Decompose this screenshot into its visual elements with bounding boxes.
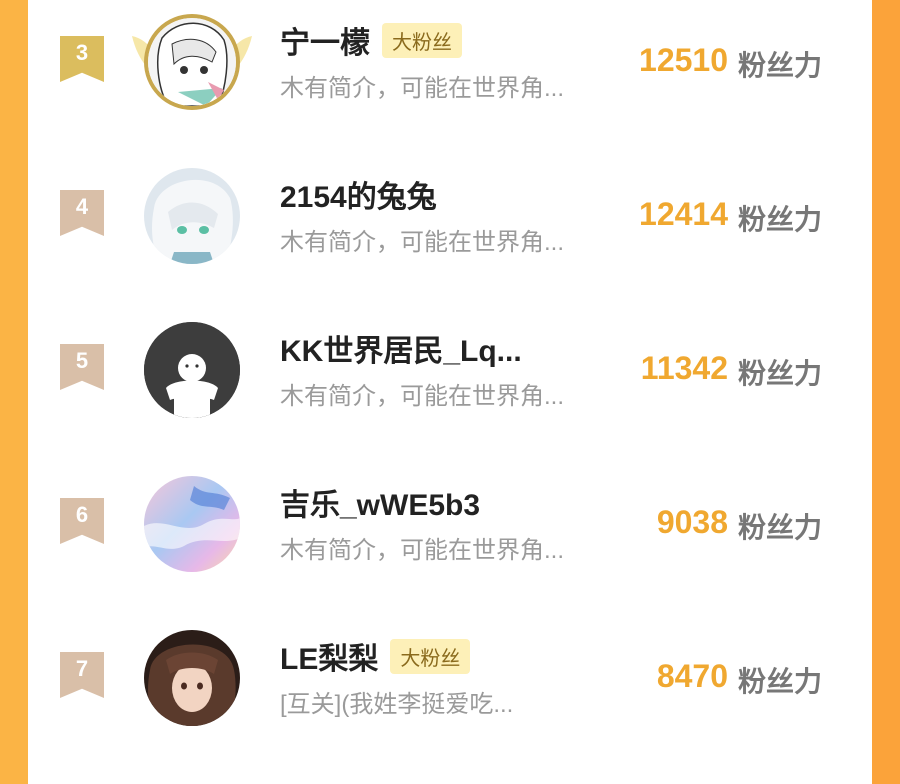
score-unit: 粉丝力 — [738, 512, 823, 543]
avatar[interactable] — [144, 476, 240, 572]
user-name[interactable]: LE梨梨 — [280, 634, 378, 678]
fan-score: 11342 — [640, 350, 728, 386]
score-unit: 粉丝力 — [738, 50, 823, 81]
brown-hair-girl-icon — [144, 630, 240, 726]
fan-ranking-list: 3 宁一檬 大粉丝 木有简介，可能在世界角... 12510 粉丝力 4 215… — [28, 0, 872, 726]
default-user-icon — [144, 322, 240, 418]
fan-score: 9038 — [656, 504, 728, 540]
rank-badge: 3 — [60, 36, 104, 82]
fan-score: 12414 — [639, 196, 728, 232]
avatar[interactable] — [144, 322, 240, 418]
avatar[interactable] — [144, 14, 240, 110]
fan-score: 12510 — [639, 42, 728, 78]
score-unit: 粉丝力 — [738, 204, 823, 235]
rank-badge: 7 — [60, 652, 104, 698]
avatar[interactable] — [144, 630, 240, 726]
rank-badge: 6 — [60, 498, 104, 544]
list-item[interactable]: 3 宁一檬 大粉丝 木有简介，可能在世界角... 12510 粉丝力 — [28, 14, 872, 168]
user-name[interactable]: KK世界居民_Lq... — [280, 326, 522, 370]
white-hair-girl-icon — [144, 168, 240, 264]
pastel-sky-icon — [144, 476, 240, 572]
anime-girl-icon — [148, 18, 236, 106]
user-bio: 木有简介，可能在世界角... — [280, 383, 565, 410]
score-unit: 粉丝力 — [738, 666, 823, 697]
user-bio: 木有简介，可能在世界角... — [280, 229, 565, 256]
list-item[interactable]: 5 KK世界居民_Lq... 木有简介，可能在世界角... 11342 粉丝力 — [28, 322, 872, 476]
list-item[interactable]: 6 吉乐_wWE5b3 木有简介，可能在世界角... 9038 粉丝力 — [28, 476, 872, 630]
list-item[interactable]: 4 2154的兔兔 木有简介，可能在世界角... 12414 粉丝力 — [28, 168, 872, 322]
fan-level-badge: 大粉丝 — [390, 638, 471, 674]
rank-badge: 5 — [60, 344, 104, 390]
user-bio: 木有简介，可能在世界角... — [280, 537, 565, 564]
score-unit: 粉丝力 — [738, 358, 823, 389]
user-name[interactable]: 吉乐_wWE5b3 — [280, 480, 480, 524]
user-bio: 木有简介，可能在世界角... — [280, 75, 565, 102]
avatar[interactable] — [144, 168, 240, 264]
fan-level-badge: 大粉丝 — [382, 22, 462, 58]
user-bio: [互关](我姓李挺爱吃... — [280, 691, 514, 718]
fan-score: 8470 — [656, 658, 728, 694]
user-name[interactable]: 2154的兔兔 — [280, 172, 437, 216]
list-item[interactable]: 7 LE梨梨 大粉丝 [互关](我姓李挺爱吃... 8470 粉丝力 — [28, 630, 872, 784]
rank-badge: 4 — [60, 190, 104, 236]
user-name[interactable]: 宁一檬 — [280, 18, 370, 62]
